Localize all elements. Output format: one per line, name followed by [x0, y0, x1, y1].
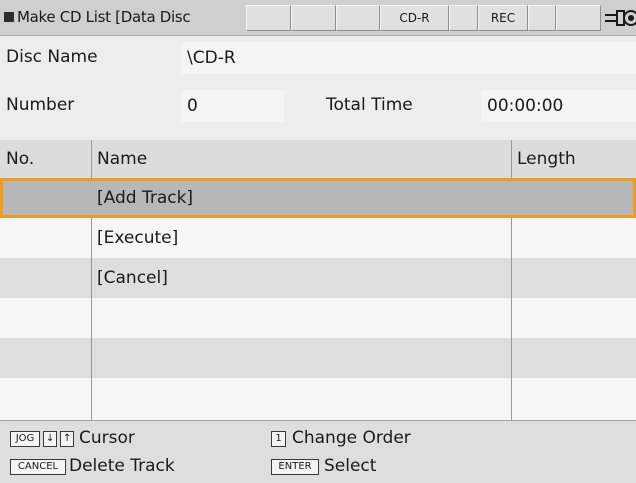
table-row[interactable]	[0, 338, 636, 378]
track-name: [Execute]	[97, 228, 179, 248]
track-table-header: No. Name Length	[0, 140, 636, 178]
power-plug-icon	[605, 10, 636, 26]
column-divider	[511, 140, 512, 178]
title-bar: Make CD List [Data Disc CD-R REC	[0, 0, 636, 36]
delete-track-hint: Delete Track	[69, 456, 175, 476]
table-row[interactable]	[0, 298, 636, 338]
table-row[interactable]: [Cancel]	[0, 258, 636, 298]
number-field: 0	[181, 90, 284, 122]
screen-title: Make CD List [Data Disc	[17, 8, 191, 26]
number-label: Number	[6, 95, 75, 115]
disc-name-field[interactable]: \CD-R	[181, 42, 636, 74]
rec-indicator: REC	[478, 5, 528, 31]
select-hint: Select	[324, 456, 377, 476]
cursor-hint: Cursor	[79, 428, 135, 448]
column-header-name: Name	[97, 149, 148, 169]
one-key: 1	[271, 431, 286, 447]
screen-icon	[4, 12, 14, 22]
down-arrow-icon: ↓	[43, 431, 57, 447]
track-name: [Cancel]	[97, 268, 168, 288]
track-name: [Add Track]	[97, 188, 194, 208]
status-slot-6	[556, 5, 601, 31]
status-slot-4	[449, 5, 478, 31]
media-indicator: CD-R	[380, 5, 449, 31]
status-slot-1	[246, 5, 291, 31]
status-slot-5	[528, 5, 556, 31]
enter-key: ENTER	[271, 459, 319, 475]
status-slot-2	[291, 5, 336, 31]
key-hint-bar: JOG ↓ ↑ Cursor 1 Change Order CANCEL Del…	[0, 420, 636, 483]
table-row[interactable]	[0, 378, 636, 420]
jog-key: JOG	[10, 431, 40, 447]
up-arrow-icon: ↑	[60, 431, 74, 447]
cancel-key: CANCEL	[10, 459, 66, 475]
column-divider	[91, 140, 92, 178]
table-row-selected[interactable]: [Add Track]	[0, 178, 636, 218]
table-row[interactable]: [Execute]	[0, 218, 636, 258]
column-header-length: Length	[517, 149, 576, 169]
status-slot-3	[336, 5, 380, 31]
column-header-no: No.	[6, 149, 35, 169]
change-order-hint: Change Order	[292, 428, 411, 448]
total-time-field: 00:00:00	[481, 90, 636, 122]
total-time-label: Total Time	[326, 95, 413, 115]
track-table: [Execute] [Cancel] [Add Track]	[0, 178, 636, 420]
disc-name-label: Disc Name	[6, 47, 98, 67]
